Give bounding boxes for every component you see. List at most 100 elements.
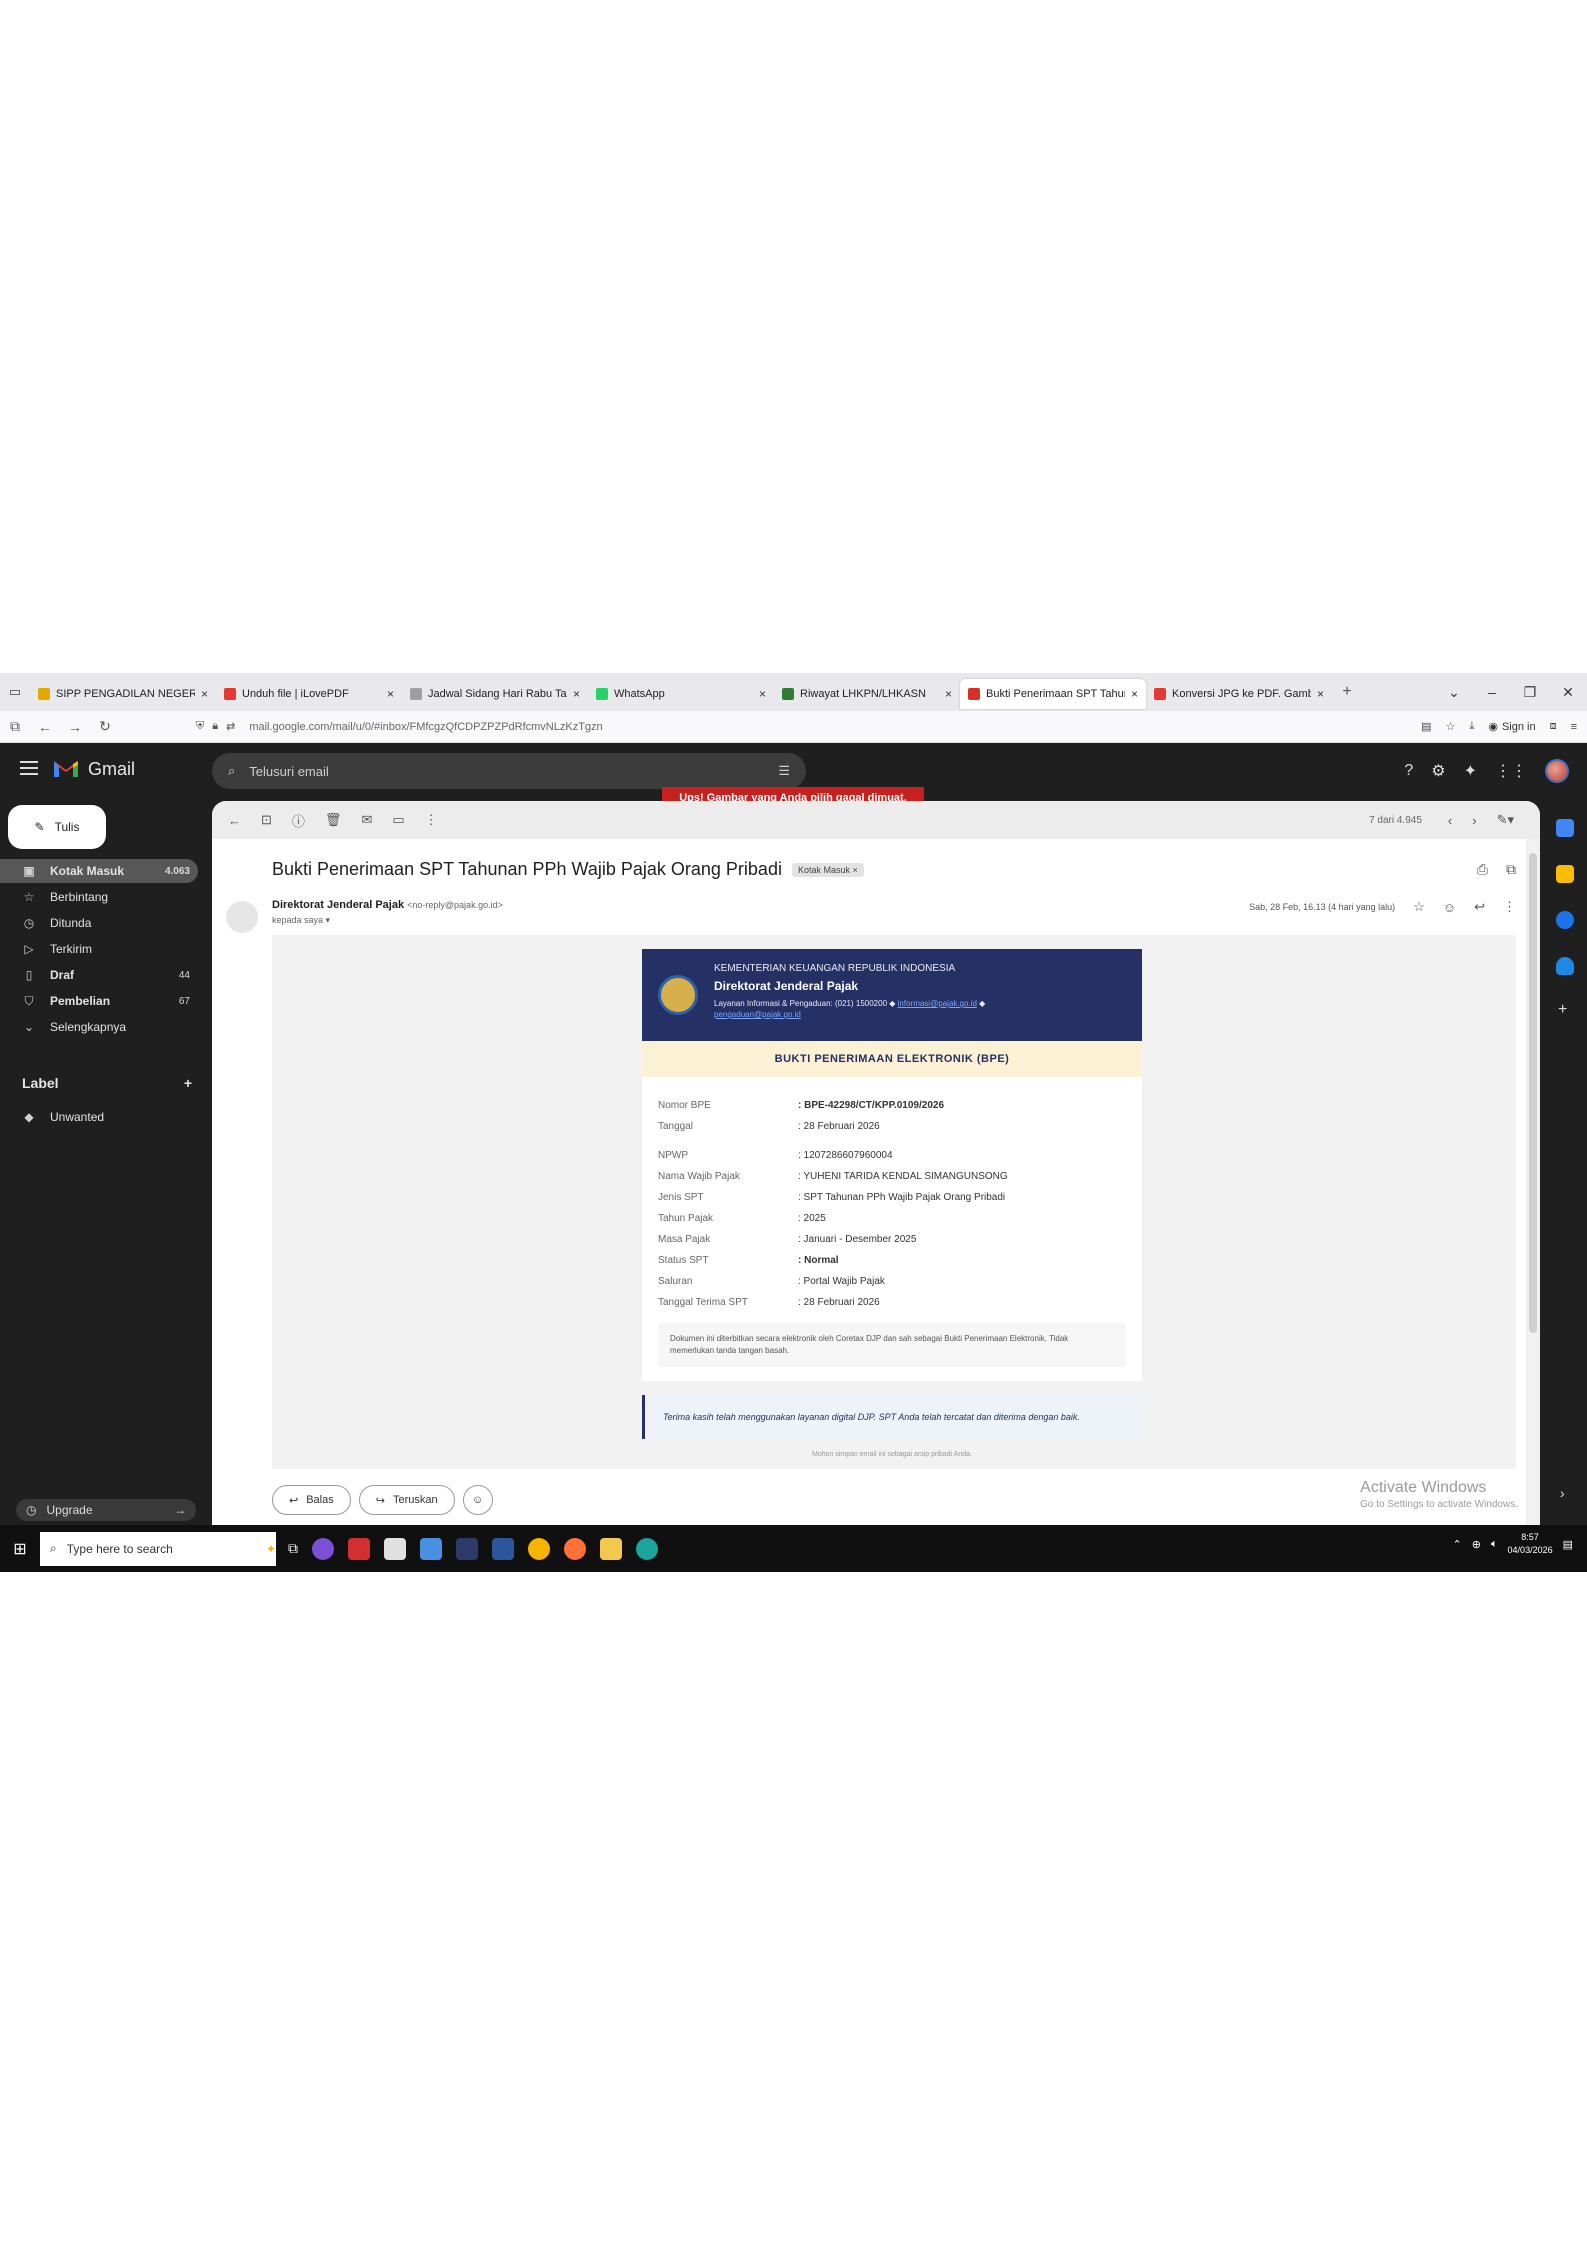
word-icon[interactable]: [492, 1537, 514, 1560]
permissions-icon[interactable]: ⇄: [226, 720, 235, 733]
reload-button[interactable]: ↻: [90, 718, 120, 735]
close-tab-icon[interactable]: ×: [201, 687, 208, 701]
sidebar-item[interactable]: ⛉ Pembelian 67: [0, 989, 198, 1013]
main-menu-icon[interactable]: [20, 761, 38, 775]
acrobat-icon[interactable]: [348, 1537, 370, 1560]
sidebar-item[interactable]: ▣ Kotak Masuk 4.063: [0, 859, 198, 883]
sidebar-item[interactable]: ☆ Berbintang: [0, 885, 198, 909]
sign-in-button[interactable]: ◉ Sign in: [1488, 720, 1535, 734]
taskbar-search[interactable]: ⌕ Type here to search ✦: [40, 1531, 276, 1566]
gmail-logo-icon[interactable]: [52, 757, 80, 779]
more-actions-icon[interactable]: ⋮: [425, 812, 438, 828]
task-view-icon[interactable]: ⧉: [288, 1540, 298, 1557]
browser-tab[interactable]: Unduh file | iLovePDF ×: [216, 679, 402, 709]
inbox-label-chip[interactable]: Kotak Masuk ×: [791, 862, 864, 877]
forward-button[interactable]: →: [60, 719, 90, 735]
close-tab-icon[interactable]: ×: [759, 687, 766, 701]
scrollbar-thumb[interactable]: [1529, 853, 1537, 1333]
file-explorer-icon[interactable]: [600, 1537, 622, 1560]
address-bar[interactable]: ⛨ 🔒︎ ⇄ mail.google.com/mail/u/0/#inbox/F…: [190, 715, 1290, 739]
search-input[interactable]: Telusuri email: [249, 764, 764, 779]
back-button[interactable]: ←: [30, 719, 60, 735]
keep-icon[interactable]: [1556, 865, 1574, 883]
reply-button[interactable]: ↩ Balas: [272, 1485, 351, 1515]
lock-icon[interactable]: 🔒︎: [212, 720, 218, 733]
chevron-up-icon[interactable]: ⌃: [1453, 1538, 1462, 1551]
info-email-link[interactable]: informasi@pajak.go.id: [898, 999, 977, 1008]
firefox-icon[interactable]: [564, 1537, 586, 1560]
copilot-icon[interactable]: [312, 1537, 334, 1560]
scrollbar[interactable]: [1526, 839, 1540, 1525]
tab-overview-icon[interactable]: ▭: [0, 684, 30, 700]
close-tab-icon[interactable]: ×: [573, 687, 580, 701]
report-spam-icon[interactable]: ⓘ: [292, 811, 305, 830]
browser-tab[interactable]: Bukti Penerimaan SPT Tahunan×: [960, 679, 1146, 709]
emoji-icon[interactable]: ☺: [1443, 900, 1456, 915]
apps-grid-icon[interactable]: ⋮⋮: [1495, 761, 1527, 781]
windows-start-icon[interactable]: ⊞: [0, 1539, 40, 1559]
reply-icon[interactable]: ↩: [1474, 899, 1485, 915]
gemini-icon[interactable]: ✦: [1464, 761, 1477, 781]
tasks-icon[interactable]: [1556, 911, 1574, 929]
sidebar-item[interactable]: ⌄ Selengkapnya: [0, 1015, 198, 1039]
chevron-right-icon[interactable]: ›: [1472, 813, 1476, 828]
menu-icon[interactable]: ≡: [1571, 721, 1577, 733]
notifications-icon[interactable]: ▤: [1563, 1538, 1573, 1551]
forward-button[interactable]: ↪ Teruskan: [358, 1485, 455, 1515]
edge-icon[interactable]: [636, 1537, 658, 1560]
mark-unread-icon[interactable]: ✉: [361, 812, 372, 828]
close-tab-icon[interactable]: ×: [1131, 687, 1138, 701]
input-tools-icon[interactable]: ✎▾: [1497, 812, 1514, 828]
mail-app-icon[interactable]: [420, 1537, 442, 1560]
sidebar-item[interactable]: ▯ Draf 44: [0, 963, 198, 987]
archive-icon[interactable]: ⊡: [261, 812, 272, 828]
minimize-button[interactable]: –: [1473, 684, 1511, 700]
shield-icon[interactable]: ⛨: [196, 720, 204, 733]
label-item[interactable]: ◆ Unwanted: [0, 1105, 198, 1129]
open-new-window-icon[interactable]: ⧉: [1506, 861, 1516, 878]
add-label-button[interactable]: +: [184, 1075, 192, 1091]
calendar-icon[interactable]: [1556, 819, 1574, 837]
extensions-icon[interactable]: ⧈: [1550, 720, 1557, 733]
avatar[interactable]: [1545, 759, 1569, 783]
contacts-icon[interactable]: [1556, 957, 1574, 975]
url-text[interactable]: mail.google.com/mail/u/0/#inbox/FMfcgzQf…: [249, 721, 602, 733]
browser-tab[interactable]: WhatsApp ×: [588, 679, 774, 709]
photoshop-icon[interactable]: [456, 1537, 478, 1560]
gear-icon[interactable]: ⚙: [1431, 761, 1445, 781]
tab-list-icon[interactable]: ⌄: [1435, 684, 1473, 701]
download-icon[interactable]: ⤓: [1469, 720, 1474, 733]
restore-button[interactable]: ❐: [1511, 684, 1549, 701]
system-clock[interactable]: 8:57 04/03/2026: [1508, 1531, 1553, 1557]
sidebar-item[interactable]: ◷ Ditunda: [0, 911, 198, 935]
browser-tab[interactable]: Riwayat LHKPN/LHKASN ×: [774, 679, 960, 709]
star-icon[interactable]: ☆: [1413, 899, 1425, 915]
browser-tab[interactable]: Konversi JPG ke PDF. Gambar JI×: [1146, 679, 1332, 709]
close-tab-icon[interactable]: ×: [945, 687, 952, 701]
sidebar-item[interactable]: ▷ Terkirim: [0, 937, 198, 961]
mail-search-bar[interactable]: ⌕ Telusuri email ☰: [212, 753, 806, 789]
bookmark-star-icon[interactable]: ☆: [1446, 720, 1456, 733]
new-tab-button[interactable]: +: [1332, 683, 1362, 701]
recipient-dropdown[interactable]: kepada saya ▾: [272, 915, 330, 926]
browser-tab[interactable]: SIPP PENGADILAN NEGERI SIDI×: [30, 679, 216, 709]
volume-icon[interactable]: 🔈︎: [1491, 1538, 1498, 1551]
emoji-react-button[interactable]: ☺: [462, 1485, 493, 1515]
complaint-email-link[interactable]: pengaduan@pajak.go.id: [714, 1010, 1142, 1019]
upgrade-button[interactable]: ◷ Upgrade →: [16, 1499, 196, 1521]
more-vert-icon[interactable]: ⋮: [1503, 899, 1516, 915]
search-options-icon[interactable]: ☰: [778, 763, 790, 779]
add-addon-icon[interactable]: +: [1558, 1001, 1567, 1019]
expand-panel-icon[interactable]: ›: [1560, 1485, 1565, 1501]
back-to-inbox-icon[interactable]: ←: [228, 813, 241, 828]
move-to-icon[interactable]: ▭: [392, 812, 404, 828]
browser-tab[interactable]: Jadwal Sidang Hari Rabu Tanggal 0×: [402, 679, 588, 709]
reader-view-icon[interactable]: ▤: [1421, 720, 1431, 733]
compose-button[interactable]: ✎ Tulis: [8, 805, 106, 849]
help-icon[interactable]: ?: [1404, 762, 1413, 780]
store-icon[interactable]: [384, 1537, 406, 1560]
print-icon[interactable]: ⎙: [1477, 861, 1488, 878]
chrome-icon[interactable]: [528, 1537, 550, 1560]
search-icon[interactable]: ⌕: [228, 763, 235, 779]
sidebar-toggle-icon[interactable]: ⧉: [0, 718, 30, 735]
